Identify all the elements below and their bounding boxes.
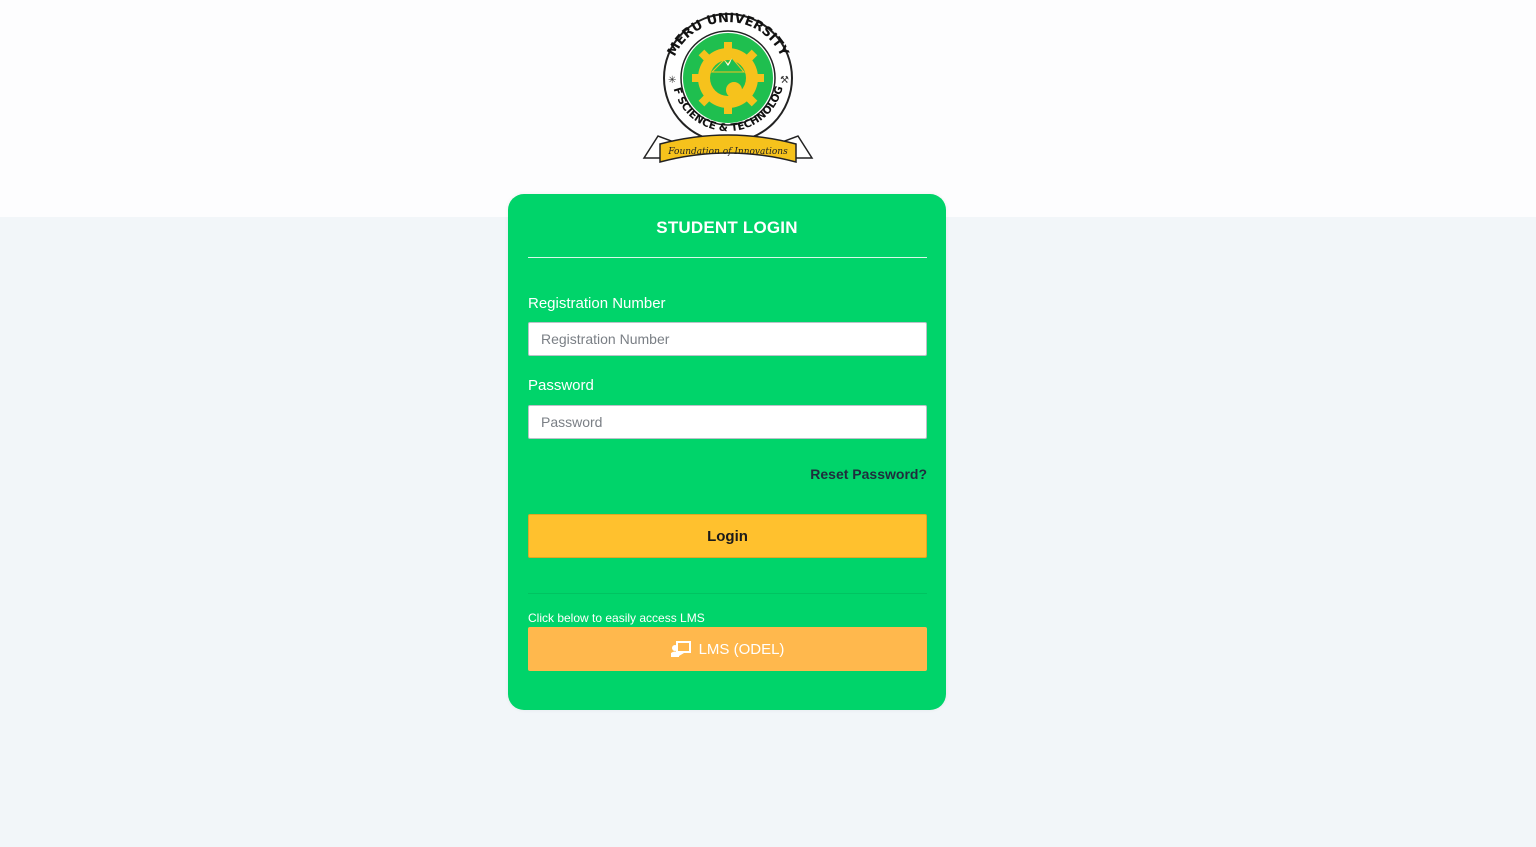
login-title: STUDENT LOGIN <box>656 218 798 237</box>
registration-number-input[interactable] <box>528 322 927 356</box>
lms-divider <box>528 593 927 594</box>
password-label: Password <box>528 377 594 394</box>
reset-password-link[interactable]: Reset Password? <box>760 466 927 482</box>
lms-hint-text: Click below to easily access LMS <box>528 611 705 625</box>
chalkboard-teacher-icon <box>670 641 691 657</box>
lms-odel-button[interactable]: LMS (ODEL) <box>528 627 927 671</box>
svg-text:Foundation of Innovations: Foundation of Innovations <box>667 147 788 157</box>
title-divider <box>528 257 927 258</box>
svg-text:✳: ✳ <box>668 75 676 86</box>
university-logo: ✳ ⚒ MERU UNIVERSITY OF SCIENCE & TECHNOL… <box>638 8 814 163</box>
registration-label: Registration Number <box>528 295 666 312</box>
svg-text:⚒: ⚒ <box>780 75 789 86</box>
password-input[interactable] <box>528 405 927 439</box>
login-button[interactable]: Login <box>528 514 927 558</box>
lms-button-label: LMS (ODEL) <box>698 640 785 658</box>
